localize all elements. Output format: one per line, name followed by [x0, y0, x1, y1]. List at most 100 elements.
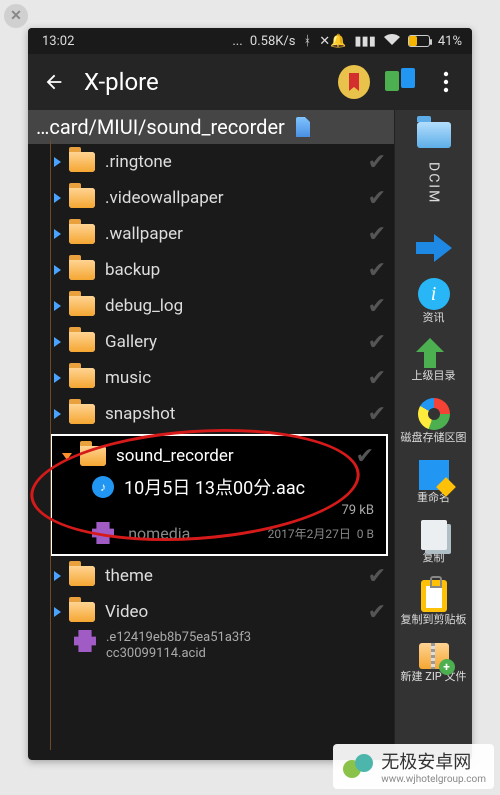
sidebar-item-transfer[interactable]: [395, 228, 472, 268]
zip-icon: +: [419, 643, 449, 669]
selected-folder-block: sound_recorder ✔ ♪ 10月5日 13点00分.aac 79 k…: [50, 434, 388, 556]
mute-icon: ✕🔔: [319, 34, 346, 49]
folder-row[interactable]: .ringtone ✔: [34, 144, 394, 180]
file-date: 2017年2月27日: [268, 527, 351, 541]
sidebar-item-copy[interactable]: 复制: [395, 514, 472, 570]
piechart-icon: [418, 398, 450, 430]
expand-icon[interactable]: [54, 409, 61, 419]
folder-row[interactable]: backup ✔: [34, 252, 394, 288]
bookmarks-button[interactable]: [338, 66, 370, 98]
folder-icon: [80, 446, 106, 466]
check-toggle[interactable]: ✔: [368, 186, 386, 211]
phone-frame: 13:02 ... 0.58K/s ᚼ ✕🔔 ▮▮▮ 41% X-plore: [28, 28, 472, 760]
info-icon: i: [418, 278, 450, 310]
clipboard-icon: [421, 580, 447, 612]
folder-icon: [69, 296, 95, 316]
check-toggle[interactable]: ✔: [368, 150, 386, 175]
sidebar-item-rename[interactable]: 重命名: [395, 454, 472, 510]
check-toggle[interactable]: ✔: [368, 222, 386, 247]
file-row[interactable]: ♪ 10月5日 13点00分.aac: [56, 472, 382, 502]
back-button[interactable]: [38, 66, 70, 98]
folder-row[interactable]: .wallpaper ✔: [34, 216, 394, 252]
sidebar-label: 复制: [423, 552, 445, 564]
plugin-icon: [74, 630, 96, 652]
panels-button[interactable]: [384, 66, 416, 98]
file-name: 10月5日 13点00分.aac: [124, 474, 305, 500]
collapse-icon[interactable]: [62, 453, 72, 460]
expand-icon[interactable]: [54, 571, 61, 581]
sidebar-item-clipboard[interactable]: 复制到剪贴板: [395, 574, 472, 632]
app-toolbar: X-plore: [28, 54, 472, 110]
folder-row[interactable]: debug_log ✔: [34, 288, 394, 324]
expand-icon[interactable]: [54, 337, 61, 347]
sidebar-item-info[interactable]: i 资讯: [395, 272, 472, 330]
sidebar-item-newzip[interactable]: + 新建 ZIP 文件: [395, 637, 472, 689]
battery-icon: [408, 35, 430, 47]
plugin-icon: [92, 522, 114, 544]
status-bar: 13:02 ... 0.58K/s ᚼ ✕🔔 ▮▮▮ 41%: [28, 28, 472, 54]
check-toggle[interactable]: ✔: [368, 258, 386, 283]
expand-icon[interactable]: [54, 193, 61, 203]
folder-row-expanded[interactable]: sound_recorder ✔: [56, 440, 382, 472]
rename-icon: [419, 460, 449, 490]
sidebar-label: 复制到剪贴板: [401, 614, 467, 626]
check-toggle[interactable]: ✔: [356, 444, 374, 469]
folder-name: Gallery: [105, 332, 368, 352]
check-toggle[interactable]: ✔: [368, 564, 386, 589]
folder-icon: [69, 566, 95, 586]
watermark-url: www.wjhotelgroup.com: [381, 774, 486, 785]
folder-name: music: [105, 368, 368, 388]
folder-icon: [69, 368, 95, 388]
folder-icon: [417, 122, 451, 148]
folder-row[interactable]: snapshot ✔: [34, 396, 394, 432]
folder-icon: [69, 404, 95, 424]
sidebar-label: 新建 ZIP 文件: [401, 671, 467, 683]
watermark-logo-icon: [341, 750, 375, 784]
sidebar-item-diskmap[interactable]: 磁盘存储区图: [395, 392, 472, 450]
audio-icon: ♪: [92, 476, 114, 498]
status-time: 13:02: [42, 34, 74, 49]
copy-icon: [421, 520, 447, 550]
expand-icon[interactable]: [54, 301, 61, 311]
expand-icon[interactable]: [54, 607, 61, 617]
arrow-right-icon: [414, 234, 454, 262]
folder-row[interactable]: Gallery ✔: [34, 324, 394, 360]
file-row[interactable]: .e12419eb8b75ea51a3f3 cc30099114.acid: [34, 630, 394, 661]
expand-icon[interactable]: [54, 265, 61, 275]
check-toggle[interactable]: ✔: [368, 294, 386, 319]
folder-name: debug_log: [105, 296, 368, 316]
check-toggle[interactable]: ✔: [368, 402, 386, 427]
file-pane-left: …card/MIUI/sound_recorder .ringtone ✔ .v…: [28, 110, 394, 760]
wifi-icon: [384, 33, 400, 49]
file-name: cc30099114.acid: [106, 646, 251, 662]
check-toggle[interactable]: ✔: [368, 600, 386, 625]
overflow-menu-button[interactable]: [430, 66, 462, 98]
file-size: 0 B: [357, 527, 374, 541]
battery-pct: 41%: [438, 34, 462, 49]
folder-row[interactable]: music ✔: [34, 360, 394, 396]
sidebar-item-up[interactable]: 上级目录: [395, 334, 472, 388]
file-row[interactable]: .nomedia 2017年2月27日 0 B: [56, 518, 382, 548]
sdcard-icon: [296, 117, 310, 137]
expand-icon[interactable]: [54, 157, 61, 167]
breadcrumb[interactable]: …card/MIUI/sound_recorder: [28, 110, 394, 144]
folder-row[interactable]: Video ✔: [34, 594, 394, 630]
folder-row[interactable]: theme ✔: [34, 558, 394, 594]
sidebar-label: 资讯: [423, 312, 445, 324]
signal-icon: ▮▮▮: [354, 34, 375, 49]
folder-row[interactable]: .videowallpaper ✔: [34, 180, 394, 216]
dismiss-badge[interactable]: ✕: [4, 4, 28, 28]
check-toggle[interactable]: ✔: [368, 330, 386, 355]
expand-icon[interactable]: [54, 229, 61, 239]
sidebar-label: 上级目录: [412, 370, 456, 382]
expand-icon[interactable]: [54, 373, 61, 383]
folder-icon: [69, 152, 95, 172]
folder-name: .ringtone: [105, 152, 368, 172]
file-size: 79 kB: [56, 502, 382, 518]
sidebar-item-dcim[interactable]: DCIM: [395, 114, 472, 224]
folder-name: .wallpaper: [105, 224, 368, 244]
sidebar-label: DCIM: [426, 162, 442, 204]
folder-name: Video: [105, 602, 368, 622]
folder-name: sound_recorder: [116, 446, 356, 466]
check-toggle[interactable]: ✔: [368, 366, 386, 391]
